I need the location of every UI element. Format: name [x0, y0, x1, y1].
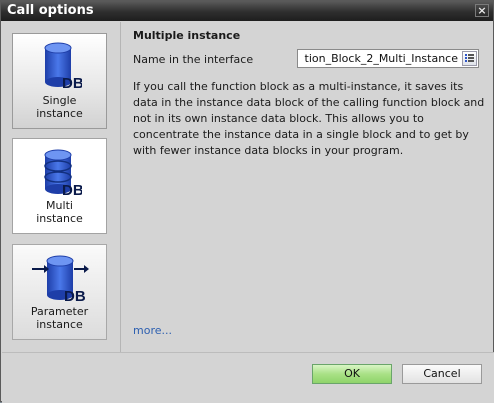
section-title: Multiple instance [133, 29, 241, 42]
db-parameter-icon: DB [31, 255, 89, 303]
single-instance-option[interactable]: DB Single instance [12, 33, 107, 129]
name-in-interface-field[interactable]: tion_Block_2_Multi_Instance [297, 49, 479, 68]
db-text: DB [62, 75, 82, 90]
db-text: DB [64, 288, 86, 303]
name-value: tion_Block_2_Multi_Instance [304, 52, 459, 65]
single-instance-label: Single instance [36, 94, 83, 120]
description-text: If you call the function block as a mult… [133, 80, 485, 157]
cancel-button[interactable]: Cancel [402, 364, 482, 384]
dialog-title: Call options [7, 3, 94, 18]
db-text: DB [62, 182, 82, 197]
call-options-dialog: Call options × DB Single instance DB Mul… [0, 0, 494, 403]
detail-panel: Multiple instance Name in the interface … [121, 22, 493, 352]
instance-type-panel: DB Single instance DB Multi instance DB … [2, 22, 121, 352]
parameter-instance-label: Parameter instance [30, 305, 89, 331]
more-link[interactable]: more... [133, 324, 172, 337]
title-bar: Call options × [1, 1, 493, 21]
browse-list-icon[interactable] [462, 51, 477, 66]
name-in-interface-label: Name in the interface [133, 53, 254, 66]
button-bar: OK Cancel [2, 352, 494, 403]
multi-instance-label: Multi instance [36, 199, 83, 225]
multi-instance-option[interactable]: DB Multi instance [12, 138, 107, 234]
db-multi-icon: DB [43, 149, 82, 197]
ok-button[interactable]: OK [312, 364, 392, 384]
parameter-instance-option[interactable]: DB Parameter instance [12, 244, 107, 340]
db-single-icon: DB [44, 42, 82, 90]
close-button[interactable]: × [475, 4, 489, 17]
